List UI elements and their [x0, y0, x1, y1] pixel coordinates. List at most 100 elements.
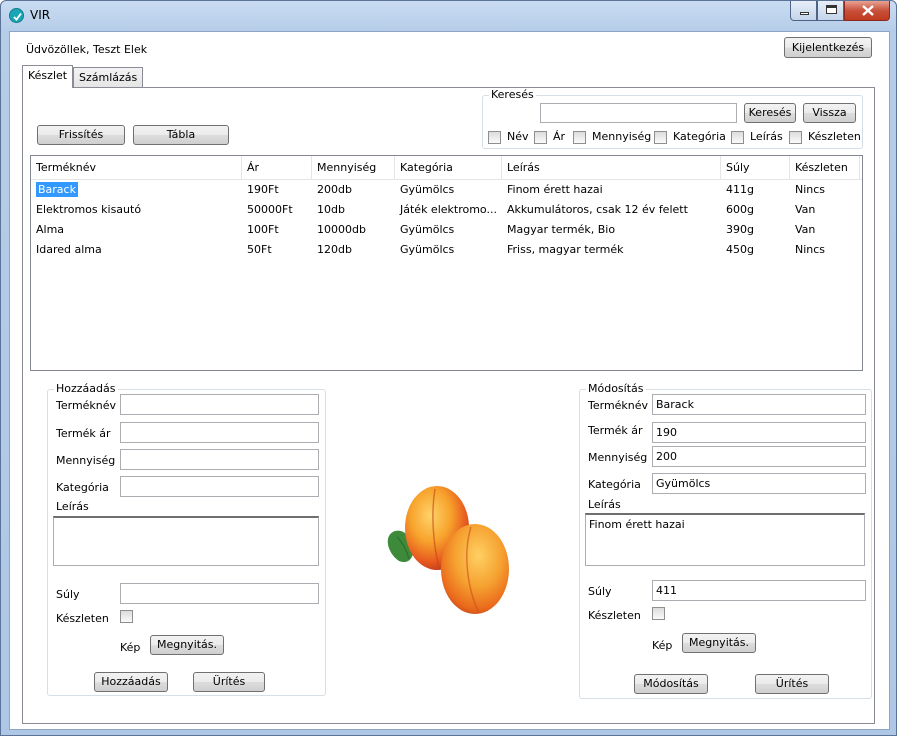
- add-stock-label: Készleten: [56, 612, 109, 625]
- filter-nev-label: Név: [507, 130, 529, 143]
- products-table[interactable]: Terméknév Ár Mennyiség Kategória Leírás …: [30, 155, 863, 371]
- table-row[interactable]: Barack 190Ft 200db Gyümölcs Finom érett …: [31, 180, 862, 200]
- edit-name-input[interactable]: [652, 394, 866, 415]
- add-open-image-button[interactable]: Megnyitás.: [150, 635, 224, 655]
- refresh-button[interactable]: Frissítés: [37, 125, 125, 145]
- filter-kategoria-checkbox[interactable]: [654, 131, 667, 144]
- column-header[interactable]: Ár: [242, 156, 312, 180]
- product-image: [387, 486, 509, 614]
- add-legend: Hozzáadás: [54, 382, 118, 395]
- column-header[interactable]: Készleten: [790, 156, 860, 180]
- column-header[interactable]: Terméknév: [31, 156, 242, 180]
- edit-price-label: Termék ár: [588, 424, 643, 437]
- table-cell: Van: [795, 223, 816, 236]
- table-cell: Nincs: [795, 243, 826, 256]
- window-title: VIR: [30, 8, 51, 22]
- table-cell: 600g: [726, 203, 754, 216]
- filter-leiras-checkbox[interactable]: [731, 131, 744, 144]
- edit-category-label: Kategória: [588, 478, 641, 491]
- column-header[interactable]: Mennyiség: [312, 156, 395, 180]
- back-button[interactable]: Vissza: [803, 103, 856, 123]
- edit-name-label: Terméknév: [588, 399, 649, 412]
- add-price-label: Termék ár: [56, 427, 111, 440]
- edit-category-input[interactable]: [652, 473, 866, 494]
- greeting-text: Üdvözöllek, Teszt Elek: [26, 43, 148, 56]
- edit-desc-label: Leírás: [588, 498, 621, 511]
- table-cell: Nincs: [795, 183, 826, 196]
- add-price-input[interactable]: [120, 422, 319, 443]
- edit-weight-input[interactable]: [652, 580, 866, 601]
- filter-leiras-label: Leírás: [750, 130, 783, 143]
- add-stock-checkbox[interactable]: [120, 610, 133, 623]
- inventory-panel: Frissítés Tábla Keresés Keresés Vissza N…: [22, 87, 875, 724]
- minimize-button[interactable]: [790, 1, 817, 21]
- column-header[interactable]: Súly: [721, 156, 790, 180]
- edit-clear-button[interactable]: Ürítés: [755, 674, 829, 694]
- table-row[interactable]: Elektromos kisautó 50000Ft 10db Játék el…: [31, 200, 862, 220]
- search-group: Keresés Keresés Vissza Név Ár Mennyiség …: [482, 88, 863, 149]
- add-qty-label: Mennyiség: [56, 454, 116, 467]
- edit-product-group: Módosítás Terméknév Termék ár Mennyiség …: [579, 382, 872, 699]
- table-cell: Alma: [36, 223, 65, 236]
- edit-stock-checkbox[interactable]: [652, 607, 665, 620]
- search-input[interactable]: [540, 103, 737, 123]
- filter-mennyiseg-label: Mennyiség: [592, 130, 652, 143]
- table-cell: 100Ft: [247, 223, 279, 236]
- add-weight-input[interactable]: [120, 583, 319, 604]
- table-cell: 10000db: [317, 223, 366, 236]
- title-bar[interactable]: VIR: [1, 1, 896, 31]
- minimize-icon: [800, 12, 809, 15]
- add-submit-button[interactable]: Hozzáadás: [94, 672, 168, 692]
- edit-open-image-button[interactable]: Megnyitás.: [682, 633, 756, 653]
- edit-qty-label: Mennyiség: [588, 451, 648, 464]
- search-button[interactable]: Keresés: [744, 103, 796, 123]
- edit-desc-textarea[interactable]: Finom érett hazai: [585, 513, 865, 566]
- table-cell: Elektromos kisautó: [36, 203, 142, 216]
- table-cell: Akkumulátoros, csak 12 év felett: [507, 203, 688, 216]
- table-cell: 450g: [726, 243, 754, 256]
- add-category-input[interactable]: [120, 476, 319, 497]
- app-logo-icon: [9, 8, 24, 23]
- maximize-button[interactable]: [817, 1, 844, 21]
- filter-nev-checkbox[interactable]: [488, 131, 501, 144]
- edit-submit-button[interactable]: Módosítás: [634, 674, 708, 694]
- table-button[interactable]: Tábla: [133, 125, 229, 145]
- add-name-label: Terméknév: [56, 399, 117, 412]
- filter-mennyiseg-checkbox[interactable]: [573, 131, 586, 144]
- add-desc-textarea[interactable]: [53, 516, 319, 566]
- add-qty-input[interactable]: [120, 449, 319, 470]
- add-product-group: Hozzáadás Terméknév Termék ár Mennyiség …: [47, 382, 326, 696]
- table-cell: 10db: [317, 203, 345, 216]
- edit-qty-input[interactable]: [652, 446, 866, 467]
- tab-szamlazas[interactable]: Számlázás: [73, 67, 144, 87]
- edit-weight-label: Súly: [588, 585, 612, 598]
- table-cell: Finom érett hazai: [507, 183, 603, 196]
- tab-keszlet[interactable]: Készlet: [22, 65, 74, 88]
- filter-keszleten-checkbox[interactable]: [789, 131, 802, 144]
- add-name-input[interactable]: [120, 394, 319, 415]
- add-clear-button[interactable]: Ürítés: [193, 672, 265, 692]
- table-row[interactable]: Alma 100Ft 10000db Gyümölcs Magyar termé…: [31, 220, 862, 240]
- table-header: Terméknév Ár Mennyiség Kategória Leírás …: [31, 156, 862, 180]
- column-header[interactable]: Leírás: [502, 156, 721, 180]
- filter-ar-checkbox[interactable]: [534, 131, 547, 144]
- table-cell: Idared alma: [36, 243, 102, 256]
- edit-price-input[interactable]: [652, 422, 866, 443]
- table-cell: 50Ft: [247, 243, 272, 256]
- edit-stock-label: Készleten: [588, 609, 641, 622]
- table-cell: Gyümölcs: [400, 243, 455, 256]
- close-button[interactable]: [844, 1, 890, 21]
- add-category-label: Kategória: [56, 481, 109, 494]
- app-window: VIR Üdvözöllek, Teszt Elek Kijelentkezés…: [0, 0, 897, 736]
- client-area: Üdvözöllek, Teszt Elek Kijelentkezés Kés…: [9, 31, 890, 730]
- search-legend: Keresés: [489, 88, 536, 101]
- selected-cell-text: Barack: [36, 182, 78, 197]
- table-cell: Friss, magyar termék: [507, 243, 624, 256]
- add-desc-label: Leírás: [56, 500, 89, 513]
- column-header[interactable]: Kategória: [395, 156, 502, 180]
- edit-image-label: Kép: [652, 639, 673, 652]
- logout-button[interactable]: Kijelentkezés: [784, 37, 872, 58]
- table-cell: Játék elektromo...: [400, 203, 497, 216]
- filter-keszleten-label: Készleten: [808, 130, 861, 143]
- table-row[interactable]: Idared alma 50Ft 120db Gyümölcs Friss, m…: [31, 240, 862, 260]
